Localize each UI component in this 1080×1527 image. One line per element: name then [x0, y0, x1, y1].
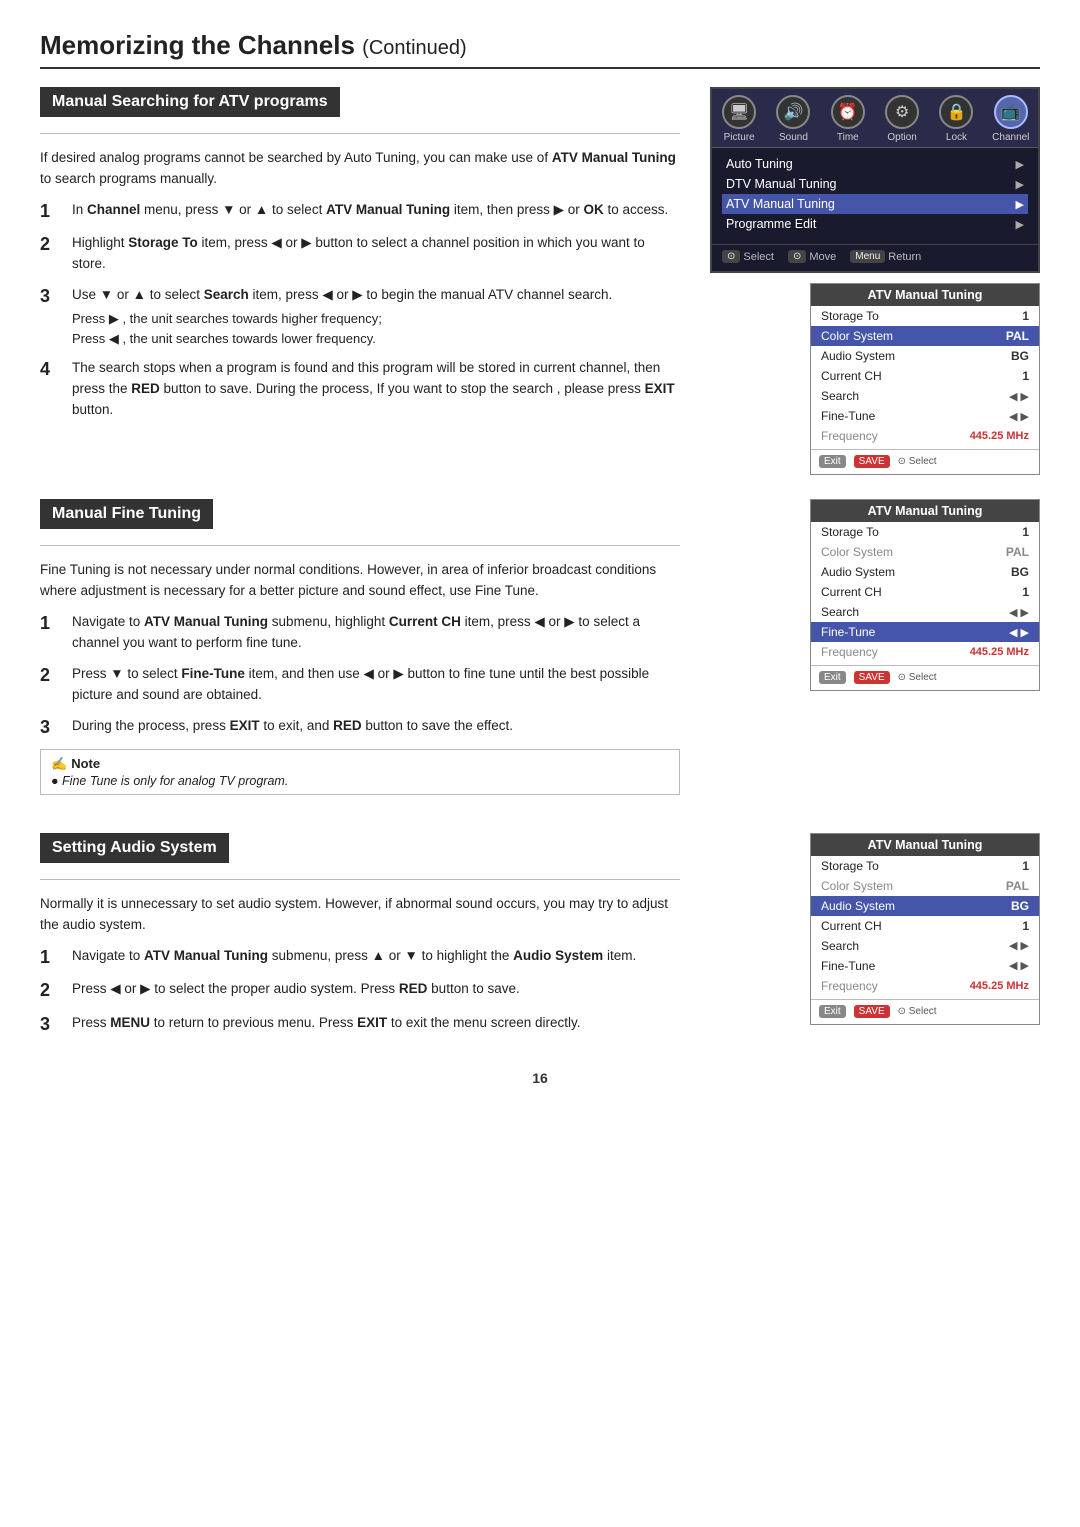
tv-icon-time: ⏰ Time — [823, 95, 873, 143]
atv-panel-3: ATV Manual Tuning Storage To 1 Color Sys… — [810, 833, 1040, 1025]
tv-icon-picture: 🖥 Picture — [714, 95, 764, 143]
atv-row-fine-tune: Fine-Tune ◀ ▶ — [811, 406, 1039, 426]
atv-p2-row-frequency: Frequency 445.25 MHz — [811, 642, 1039, 662]
note-box: ✍ Note ● Fine Tune is only for analog TV… — [40, 749, 680, 795]
picture-icon: 🖥 — [722, 95, 756, 129]
atv-p2-row-fine-tune-h: Fine-Tune ◀ ▶ — [811, 622, 1039, 642]
footer-move: ⊙ Move — [788, 250, 836, 263]
main-title: Memorizing the Channels (Continued) — [40, 30, 1040, 69]
menu-row-auto-tuning: Auto Tuning ▶ — [722, 154, 1028, 174]
footer-select: ⊙ Select — [722, 250, 774, 263]
atv-p2-row-current-ch: Current CH 1 — [811, 582, 1039, 602]
section3-header: Setting Audio System — [40, 833, 680, 875]
atv-panel-1-title: ATV Manual Tuning — [811, 284, 1039, 306]
sound-icon: 🔊 — [776, 95, 810, 129]
menu-row-atv: ATV Manual Tuning ▶ — [722, 194, 1028, 214]
section1: Manual Searching for ATV programs If des… — [40, 87, 1040, 475]
section3-right: ATV Manual Tuning Storage To 1 Color Sys… — [700, 833, 1040, 1046]
page-number: 16 — [40, 1070, 1040, 1086]
atv-panel-1: ATV Manual Tuning Storage To 1 Color Sys… — [810, 283, 1040, 475]
section1-steps: 1 In Channel menu, press ▼ or ▲ to selec… — [40, 200, 680, 421]
menu-row-prog-edit: Programme Edit ▶ — [722, 214, 1028, 234]
atv-row-search: Search ◀ ▶ — [811, 386, 1039, 406]
tv-menu-icons: 🖥 Picture 🔊 Sound ⏰ Time ⚙ Option 🔒 — [712, 89, 1038, 148]
atv-row-audio-system: Audio System BG — [811, 346, 1039, 366]
atv-row-storage-to: Storage To 1 — [811, 306, 1039, 326]
section2-left: Manual Fine Tuning Fine Tuning is not ne… — [40, 499, 680, 809]
atv-row-color-system-h: Color System PAL — [811, 326, 1039, 346]
atv-panel-3-title: ATV Manual Tuning — [811, 834, 1039, 856]
atv-row-frequency: Frequency 445.25 MHz — [811, 426, 1039, 446]
section2-steps: 1 Navigate to ATV Manual Tuning submenu,… — [40, 612, 680, 739]
atv-p3-row-audio-system-h: Audio System BG — [811, 896, 1039, 916]
step-2-3: 3 During the process, press EXIT to exit… — [40, 716, 680, 739]
section1-intro: If desired analog programs cannot be sea… — [40, 148, 680, 190]
atv-p3-row-frequency: Frequency 445.25 MHz — [811, 976, 1039, 996]
option-icon: ⚙ — [885, 95, 919, 129]
note-title: ✍ Note — [51, 756, 669, 772]
tv-menu-footer: ⊙ Select ⊙ Move Menu Return — [712, 244, 1038, 263]
atv-p2-row-search: Search ◀ ▶ — [811, 602, 1039, 622]
step-3-3: 3 Press MENU to return to previous menu.… — [40, 1013, 680, 1036]
atv-panel-3-footer: Exit SAVE ⊙ Select — [811, 999, 1039, 1018]
step-2-1: 1 Navigate to ATV Manual Tuning submenu,… — [40, 612, 680, 654]
tv-icon-channel: 📺 Channel — [986, 95, 1036, 143]
section1-right: 🖥 Picture 🔊 Sound ⏰ Time ⚙ Option 🔒 — [700, 87, 1040, 475]
step-1-2: 2 Highlight Storage To item, press ◀ or … — [40, 233, 680, 275]
step-3-2: 2 Press ◀ or ▶ to select the proper audi… — [40, 979, 680, 1002]
section2-intro: Fine Tuning is not necessary under norma… — [40, 560, 680, 602]
section3: Setting Audio System Normally it is unne… — [40, 833, 1040, 1046]
lock-icon: 🔒 — [939, 95, 973, 129]
atv-panel-2-footer: Exit SAVE ⊙ Select — [811, 665, 1039, 684]
step-1-1: 1 In Channel menu, press ▼ or ▲ to selec… — [40, 200, 680, 223]
section2: Manual Fine Tuning Fine Tuning is not ne… — [40, 499, 1040, 809]
time-icon: ⏰ — [831, 95, 865, 129]
atv-row-current-ch: Current CH 1 — [811, 366, 1039, 386]
tv-menu-large: 🖥 Picture 🔊 Sound ⏰ Time ⚙ Option 🔒 — [710, 87, 1040, 273]
atv-p3-row-current-ch: Current CH 1 — [811, 916, 1039, 936]
section1-header: Manual Searching for ATV programs — [40, 87, 680, 129]
atv-p3-row-search: Search ◀ ▶ — [811, 936, 1039, 956]
atv-p3-row-color-system: Color System PAL — [811, 876, 1039, 896]
step-2-2: 2 Press ▼ to select Fine-Tune item, and … — [40, 664, 680, 706]
step-3-1: 1 Navigate to ATV Manual Tuning submenu,… — [40, 946, 680, 969]
atv-p3-row-fine-tune: Fine-Tune ◀ ▶ — [811, 956, 1039, 976]
step-1-3: 3 Use ▼ or ▲ to select Search item, pres… — [40, 285, 680, 348]
atv-p2-row-audio-system: Audio System BG — [811, 562, 1039, 582]
tv-icon-sound: 🔊 Sound — [768, 95, 818, 143]
tv-icon-option: ⚙ Option — [877, 95, 927, 143]
section2-header: Manual Fine Tuning — [40, 499, 680, 541]
section1-left: Manual Searching for ATV programs If des… — [40, 87, 680, 475]
title-text: Memorizing the Channels — [40, 30, 355, 60]
tv-menu-items: Auto Tuning ▶ DTV Manual Tuning ▶ ATV Ma… — [712, 148, 1038, 240]
section3-intro: Normally it is unnecessary to set audio … — [40, 894, 680, 936]
section2-right: ATV Manual Tuning Storage To 1 Color Sys… — [700, 499, 1040, 809]
section3-steps: 1 Navigate to ATV Manual Tuning submenu,… — [40, 946, 680, 1036]
footer-return: Menu Return — [850, 250, 921, 263]
atv-panel-2-title: ATV Manual Tuning — [811, 500, 1039, 522]
atv-p3-row-storage-to: Storage To 1 — [811, 856, 1039, 876]
atv-panel-2: ATV Manual Tuning Storage To 1 Color Sys… — [810, 499, 1040, 691]
step-1-4: 4 The search stops when a program is fou… — [40, 358, 680, 421]
atv-p2-row-color-system: Color System PAL — [811, 542, 1039, 562]
menu-row-dtv: DTV Manual Tuning ▶ — [722, 174, 1028, 194]
tv-icon-lock: 🔒 Lock — [931, 95, 981, 143]
channel-icon: 📺 — [994, 95, 1028, 129]
section3-left: Setting Audio System Normally it is unne… — [40, 833, 680, 1046]
title-suffix: (Continued) — [362, 37, 467, 59]
note-bullet: ● Fine Tune is only for analog TV progra… — [51, 774, 669, 788]
atv-panel-1-footer: Exit SAVE ⊙ Select — [811, 449, 1039, 468]
atv-p2-row-storage-to: Storage To 1 — [811, 522, 1039, 542]
